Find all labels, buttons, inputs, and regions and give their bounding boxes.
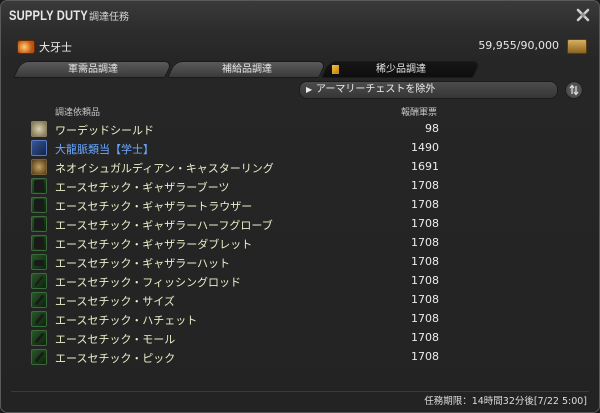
column-header-reward: 報酬軍票 [401,108,438,118]
grand-company-crest-icon [17,40,35,54]
cursor-icon [332,65,339,74]
hatchet-icon [31,311,47,327]
item-name: エースセチック・フィッシングロッド [55,276,242,289]
trousers-icon [31,197,47,213]
company-seal-icon [567,39,587,54]
item-name: エースセチック・ハチェット [55,314,198,327]
item-reward: 1708 [411,236,439,249]
pickaxe-icon [31,349,47,365]
list-item[interactable]: ネオイシュガルディアン・キャスターリング 1691 [27,158,587,177]
item-name: エースセチック・ギャザラーダブレット [55,238,253,251]
item-reward: 1708 [411,198,439,211]
tab-supply-provisions[interactable]: 軍需品調達 [13,61,173,78]
seal-count: 59,955/90,000 [478,39,559,52]
item-name: エースセチック・ギャザラートラウザー [55,200,253,213]
item-name: エースセチック・サイズ [55,295,175,308]
item-reward: 1708 [411,274,439,287]
window-subtitle: 調達任務 [89,12,129,23]
hat-icon [31,254,47,270]
item-name: エースセチック・モール [55,333,176,346]
fishing-rod-icon [31,273,47,289]
list-item[interactable]: ワーデッドシールド 98 [27,120,587,139]
item-reward: 1490 [411,141,439,154]
item-reward: 1708 [411,293,439,306]
item-name: エースセチック・ギャザラーブーツ [55,181,230,194]
item-name: 大龍脈類当【学士】 [55,143,154,156]
footer-divider [11,391,589,392]
list-item[interactable]: エースセチック・ギャザラーブーツ 1708 [27,177,587,196]
book-icon [31,140,47,156]
shield-icon [31,121,47,137]
item-name: ワーデッドシールド [55,124,154,137]
list-item[interactable]: エースセチック・ギャザラートラウザー 1708 [27,196,587,215]
tab-bar: 軍需品調達 補給品調達 稀少品調達 [13,61,481,78]
list-item[interactable]: エースセチック・ギャザラーハット 1708 [27,253,587,272]
maul-icon [31,330,47,346]
item-name: ネオイシュガルディアン・キャスターリング [55,162,274,175]
scythe-icon [31,292,47,308]
list-item[interactable]: エースセチック・ハチェット 1708 [27,310,587,329]
list-item[interactable]: エースセチック・フィッシングロッド 1708 [27,272,587,291]
window-titlebar: SUPPLY DUTY 調達任務 [9,7,129,29]
item-list: ワーデッドシールド 98 大龍脈類当【学士】 1490 ネオイシュガルディアン・… [27,120,587,367]
doublet-icon [31,235,47,251]
company-info: 大牙士 59,955/90,000 [13,38,587,56]
exclude-armoury-label: アーマリーチェストを除外 [316,84,436,95]
exclude-armoury-toggle[interactable]: ▶ アーマリーチェストを除外 [299,81,558,99]
item-reward: 1708 [411,179,439,192]
item-reward: 1691 [411,160,439,173]
supply-duty-window: SUPPLY DUTY 調達任務 大牙士 59,955/90,000 軍需品調達… [0,0,600,413]
item-reward: 98 [425,122,439,135]
item-reward: 1708 [411,217,439,230]
list-item[interactable]: 大龍脈類当【学士】 1490 [27,139,587,158]
tab-supply-replenishment[interactable]: 補給品調達 [167,61,327,78]
item-reward: 1708 [411,255,439,268]
play-arrow-icon: ▶ [306,85,313,94]
list-item[interactable]: エースセチック・ピック 1708 [27,348,587,367]
boots-icon [31,178,47,194]
ring-icon [31,159,47,175]
close-icon[interactable] [575,7,591,23]
list-item[interactable]: エースセチック・ギャザラーハーフグローブ 1708 [27,215,587,234]
item-name: エースセチック・ピック [55,352,176,365]
item-reward: 1708 [411,331,439,344]
tab-supply-rare[interactable]: 稀少品調達 [321,61,481,78]
item-name: エースセチック・ギャザラーハット [55,257,231,270]
column-header-item: 調達依頼品 [55,108,101,118]
deadline-text: 任務期限：14時間32分後[7/22 5:00] [424,396,587,407]
list-item[interactable]: エースセチック・モール 1708 [27,329,587,348]
list-item[interactable]: エースセチック・ギャザラーダブレット 1708 [27,234,587,253]
gloves-icon [31,216,47,232]
item-reward: 1708 [411,350,439,363]
list-item[interactable]: エースセチック・サイズ 1708 [27,291,587,310]
company-name: 大牙士 [39,41,72,54]
item-name: エースセチック・ギャザラーハーフグローブ [55,219,273,232]
window-title: SUPPLY DUTY [9,7,88,23]
item-reward: 1708 [411,312,439,325]
sort-icon[interactable] [565,81,583,99]
